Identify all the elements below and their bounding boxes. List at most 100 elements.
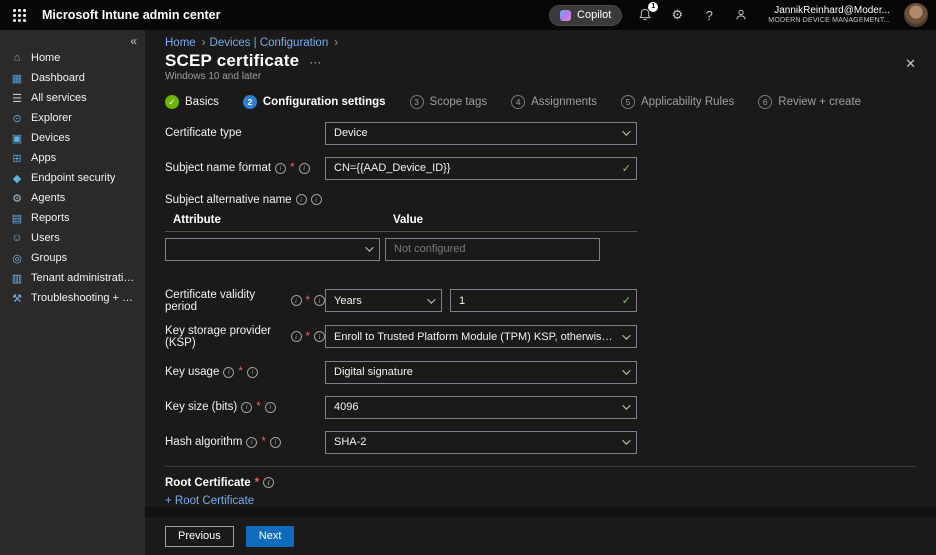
account-org: MODERN DEVICE MANAGEMENT... — [768, 17, 890, 25]
info-icon[interactable] — [270, 437, 281, 448]
reports-icon: ▤ — [10, 212, 24, 225]
wizard-step-configuration-settings[interactable]: 2 Configuration settings — [243, 95, 386, 109]
sidebar-item-apps[interactable]: ⊞Apps — [0, 148, 145, 168]
account-name: JannikReinhard@Moder... — [774, 5, 890, 17]
step-number: 2 — [243, 95, 257, 109]
certificate-type-dropdown[interactable]: Device — [325, 122, 637, 145]
sidebar-item-endpoint-security[interactable]: ◆Endpoint security — [0, 168, 145, 188]
hash-algorithm-dropdown[interactable]: SHA-2 — [325, 431, 637, 454]
sidebar-item-tenant-administration[interactable]: ▥Tenant administration — [0, 268, 145, 288]
sidebar-item-users[interactable]: ☺Users — [0, 228, 145, 248]
step-number: 4 — [511, 95, 525, 109]
san-value-header: Value — [385, 214, 605, 226]
san-value-input[interactable] — [385, 238, 600, 261]
wizard-step-label: Assignments — [531, 96, 597, 108]
list-icon: ☰ — [10, 92, 24, 105]
sidebar-item-label: Users — [31, 232, 60, 244]
sidebar-item-groups[interactable]: ◎Groups — [0, 248, 145, 268]
required-asterisk — [255, 477, 259, 489]
apps-icon: ⊞ — [10, 152, 24, 165]
wizard-step-label: Configuration settings — [263, 96, 386, 108]
settings-gear-icon[interactable]: ⚙ — [668, 6, 686, 24]
sidebar-item-troubleshooting-support[interactable]: ⚒ Troubleshooting + support — [0, 288, 145, 308]
wizard-step-assignments[interactable]: 4 Assignments — [511, 95, 597, 109]
required-asterisk — [306, 295, 310, 307]
ksp-dropdown[interactable]: Enroll to Trusted Platform Module (TPM) … — [325, 325, 637, 348]
key-size-dropdown[interactable]: 4096 — [325, 396, 637, 419]
wizard-step-review-create[interactable]: 6Review + create — [758, 95, 861, 109]
info-icon[interactable] — [265, 402, 276, 413]
devices-icon: ▣ — [10, 132, 24, 145]
page-title: SCEP certificate — [165, 51, 299, 71]
info-icon[interactable] — [299, 163, 310, 174]
wizard-step-scope-tags[interactable]: 3Scope tags — [410, 95, 488, 109]
section-divider — [165, 466, 916, 467]
sidebar-item-home[interactable]: ⌂Home — [0, 48, 145, 68]
field-key-storage-provider: Key storage provider (KSP) Enroll to Tru… — [165, 325, 916, 349]
info-icon[interactable] — [247, 367, 258, 378]
required-asterisk — [290, 162, 294, 174]
subject-name-format-input[interactable] — [325, 157, 637, 180]
sidebar-item-devices[interactable]: ▣ Devices — [0, 128, 145, 148]
wizard-step-basics[interactable]: ✓Basics — [165, 95, 219, 109]
chevron-down-icon — [365, 244, 373, 252]
chevron-down-icon — [622, 402, 630, 410]
app-launcher-icon[interactable] — [8, 4, 30, 26]
sidebar-item-label: Dashboard — [31, 72, 85, 84]
close-blade-button[interactable]: ✕ — [905, 56, 916, 72]
validity-unit-dropdown[interactable]: Years — [325, 289, 442, 312]
page-subtitle: Windows 10 and later — [145, 71, 936, 82]
info-icon[interactable] — [263, 477, 274, 488]
info-icon[interactable] — [241, 402, 252, 413]
check-icon: ✓ — [165, 95, 179, 109]
avatar[interactable] — [904, 3, 928, 27]
step-number: 5 — [621, 95, 635, 109]
chevron-down-icon — [622, 331, 630, 339]
subject-name-format-label: Subject name format — [165, 162, 271, 174]
previous-button[interactable]: Previous — [165, 526, 234, 547]
wizard-step-applicability-rules[interactable]: 5Applicability Rules — [621, 95, 734, 109]
sidebar-item-label: Devices — [31, 132, 70, 144]
sidebar-item-dashboard[interactable]: ▦Dashboard — [0, 68, 145, 88]
wizard-footer: Previous Next — [145, 517, 936, 555]
copilot-button[interactable]: Copilot — [549, 5, 622, 26]
add-root-certificate-link[interactable]: + Root Certificate — [165, 495, 254, 507]
info-icon[interactable] — [223, 367, 234, 378]
validity-amount-input[interactable] — [450, 289, 637, 312]
feedback-icon[interactable] — [732, 6, 750, 24]
field-hash-algorithm: Hash algorithm SHA-2 — [165, 431, 916, 454]
sidebar-item-reports[interactable]: ▤Reports — [0, 208, 145, 228]
ksp-label: Key storage provider (KSP) — [165, 325, 287, 349]
key-usage-dropdown[interactable]: Digital signature — [325, 361, 637, 384]
chevron-down-icon — [427, 295, 435, 303]
root-certificate-section: Root Certificate — [165, 477, 916, 489]
next-button[interactable]: Next — [246, 526, 295, 547]
sidebar-collapse-icon[interactable]: « — [0, 34, 145, 48]
sidebar-item-explorer[interactable]: ⊙Explorer — [0, 108, 145, 128]
notifications-bell-icon[interactable]: 1 — [636, 6, 654, 24]
info-icon[interactable] — [296, 194, 307, 205]
field-subject-name-format: Subject name format ✓ — [165, 157, 916, 180]
sidebar-item-agents[interactable]: ⚙Agents — [0, 188, 145, 208]
step-number: 3 — [410, 95, 424, 109]
breadcrumb-devices-configuration[interactable]: Devices | Configuration — [210, 37, 339, 49]
top-bar: Microsoft Intune admin center Copilot 1 … — [0, 0, 936, 30]
sidebar-item-label: Troubleshooting + support — [31, 292, 135, 304]
info-icon[interactable] — [246, 437, 257, 448]
intune-admin-center: Microsoft Intune admin center Copilot 1 … — [0, 0, 936, 555]
san-attribute-dropdown[interactable] — [165, 238, 380, 261]
account-menu[interactable]: JannikReinhard@Moder... MODERN DEVICE MA… — [768, 5, 890, 25]
info-icon[interactable] — [291, 331, 302, 342]
info-icon[interactable] — [275, 163, 286, 174]
tenant-icon: ▥ — [10, 272, 24, 285]
info-icon[interactable] — [311, 194, 322, 205]
info-icon[interactable] — [291, 295, 302, 306]
info-icon[interactable] — [314, 295, 325, 306]
wrench-icon: ⚒ — [10, 292, 24, 305]
info-icon[interactable] — [314, 331, 325, 342]
sidebar-item-all-services[interactable]: ☰All services — [0, 88, 145, 108]
breadcrumb-home[interactable]: Home — [165, 37, 206, 49]
help-icon[interactable]: ? — [700, 6, 718, 24]
chevron-down-icon — [622, 437, 630, 445]
more-actions-icon[interactable]: ··· — [309, 55, 321, 69]
